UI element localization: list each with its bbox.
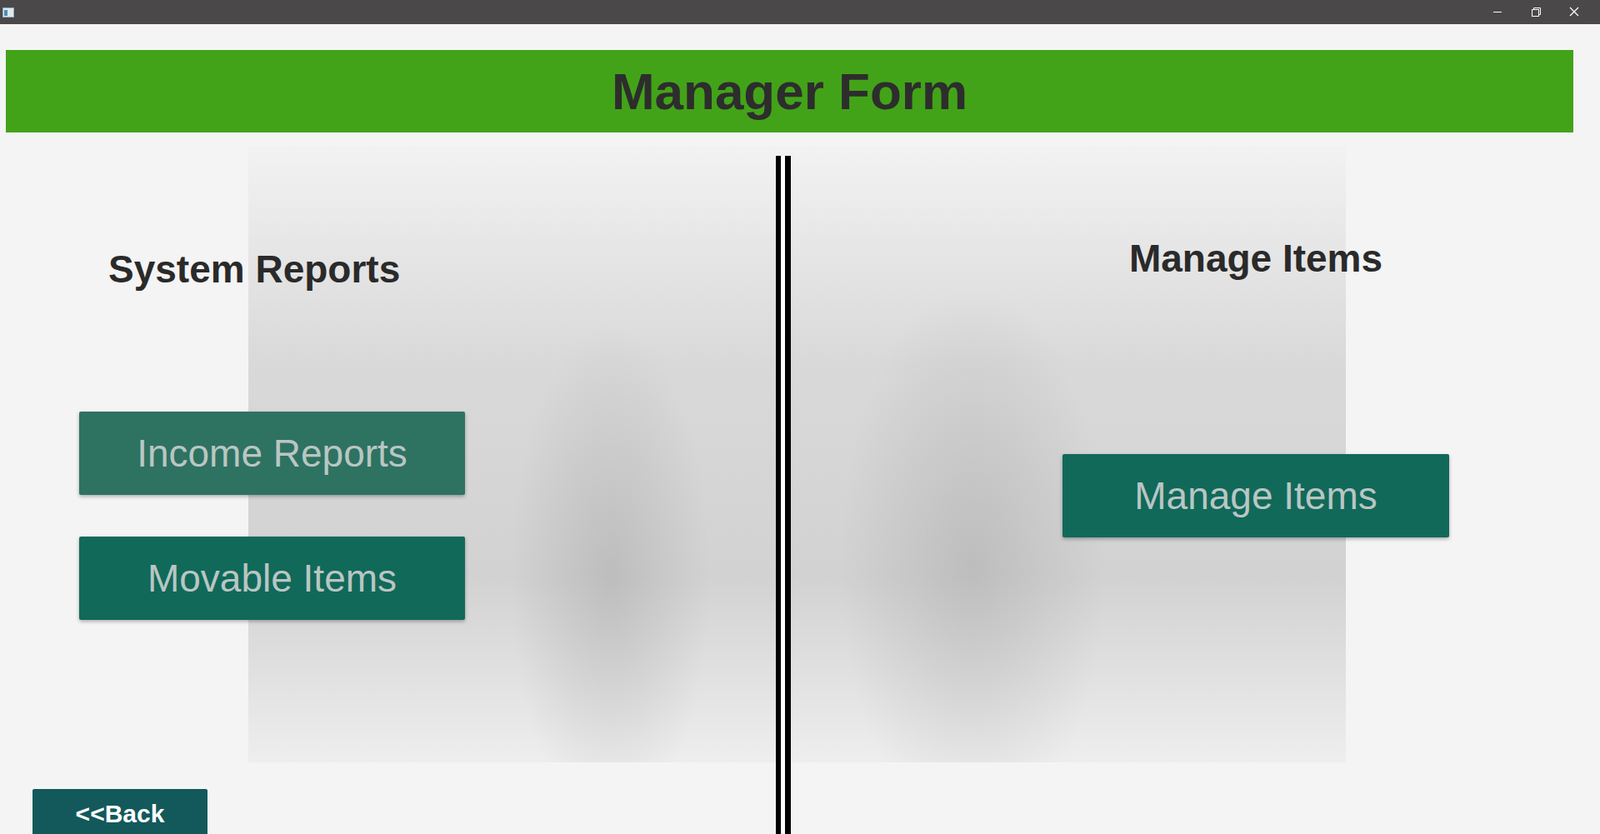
restore-icon[interactable]	[1516, 0, 1555, 25]
close-icon[interactable]	[1555, 0, 1594, 25]
content-area: System Reports Income Reports Movable Ite…	[0, 132, 1600, 834]
section-heading: Manage Items	[1129, 234, 1383, 283]
header-banner: Manager Form	[5, 50, 1574, 133]
menu-button[interactable]: Manage Items	[1062, 454, 1450, 538]
section-heading: System Reports	[79, 245, 465, 294]
items-section: Manage Items Manage Items	[1062, 132, 1450, 790]
manager-window: Manager Form System Reports Income Repor…	[0, 0, 1600, 834]
menu-button[interactable]: Movable Items	[79, 536, 465, 620]
reports-section: System Reports Income Reports Movable Ite…	[79, 132, 465, 790]
form-title: Manager Form	[611, 61, 968, 121]
app-icon	[2, 7, 15, 18]
minimize-icon[interactable]	[1478, 0, 1517, 25]
back-button[interactable]: <<Back	[32, 789, 208, 834]
title-bar	[0, 0, 1600, 25]
menu-button[interactable]: Income Reports	[79, 411, 465, 495]
divider	[775, 155, 791, 834]
